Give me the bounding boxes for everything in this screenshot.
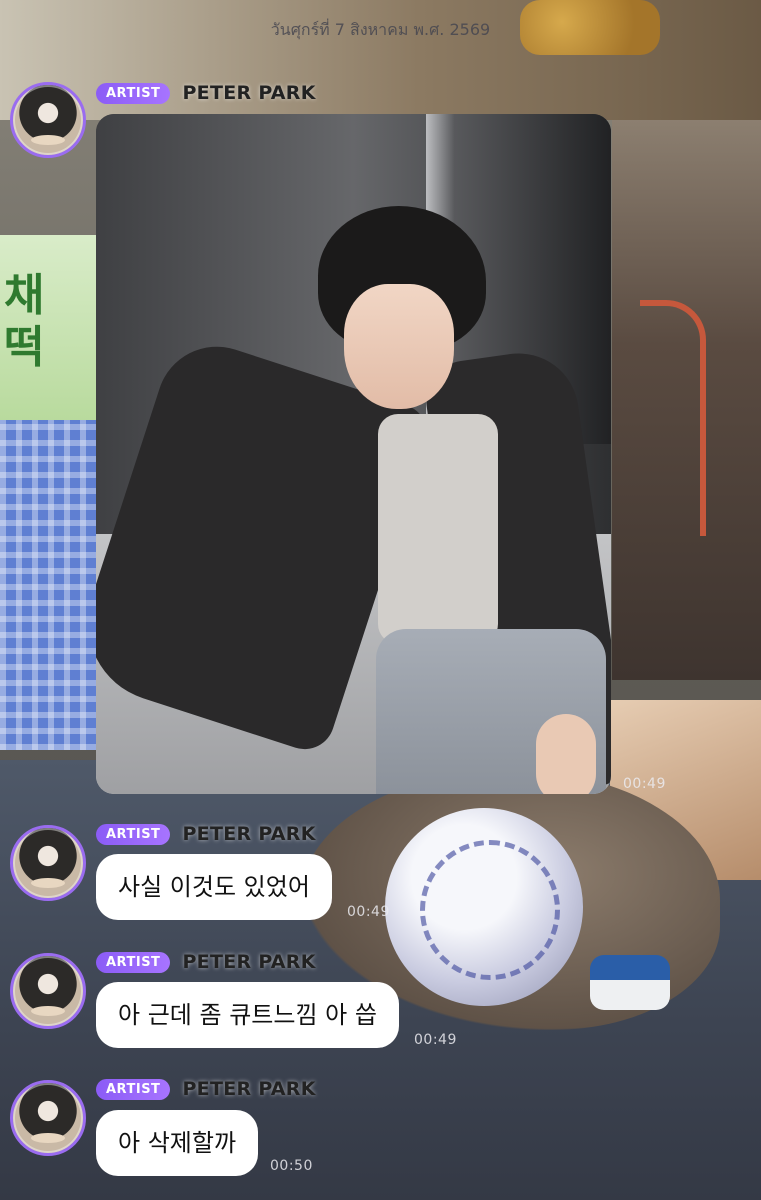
artist-avatar[interactable] bbox=[10, 825, 86, 901]
author-name: PETER PARK bbox=[182, 82, 316, 104]
author-name: PETER PARK bbox=[182, 823, 316, 845]
artist-avatar[interactable] bbox=[10, 953, 86, 1029]
artist-badge: ARTIST bbox=[96, 823, 171, 845]
author-name: PETER PARK bbox=[182, 951, 316, 973]
message-time: 00:50 bbox=[270, 1158, 313, 1174]
message-time: 00:49 bbox=[414, 1032, 457, 1048]
message-header: ARTIST PETER PARK bbox=[96, 950, 316, 974]
artist-avatar[interactable] bbox=[10, 82, 86, 158]
artist-avatar[interactable] bbox=[10, 1080, 86, 1156]
message-time: 00:49 bbox=[623, 776, 666, 792]
message-header: ARTIST PETER PARK bbox=[96, 81, 316, 105]
date-label: วันศุกร์ที่ 7 สิงหาคม พ.ศ. 2569 bbox=[270, 20, 491, 39]
message-bubble[interactable]: 아 근데 좀 큐트느낌 아 씁 bbox=[96, 982, 399, 1048]
message-bubble[interactable]: 아 삭제할까 bbox=[96, 1110, 259, 1176]
message-time: 00:49 bbox=[347, 904, 390, 920]
message-header: ARTIST PETER PARK bbox=[96, 1077, 316, 1101]
message-bubble[interactable]: 사실 이것도 있었어 bbox=[96, 854, 332, 920]
message-header: ARTIST PETER PARK bbox=[96, 822, 316, 846]
artist-badge: ARTIST bbox=[96, 1078, 171, 1100]
author-name: PETER PARK bbox=[182, 1078, 316, 1100]
background-sign-text: 채 떡 bbox=[4, 270, 45, 373]
photo-message[interactable] bbox=[96, 114, 611, 794]
artist-badge: ARTIST bbox=[96, 951, 171, 973]
artist-badge: ARTIST bbox=[96, 82, 171, 104]
